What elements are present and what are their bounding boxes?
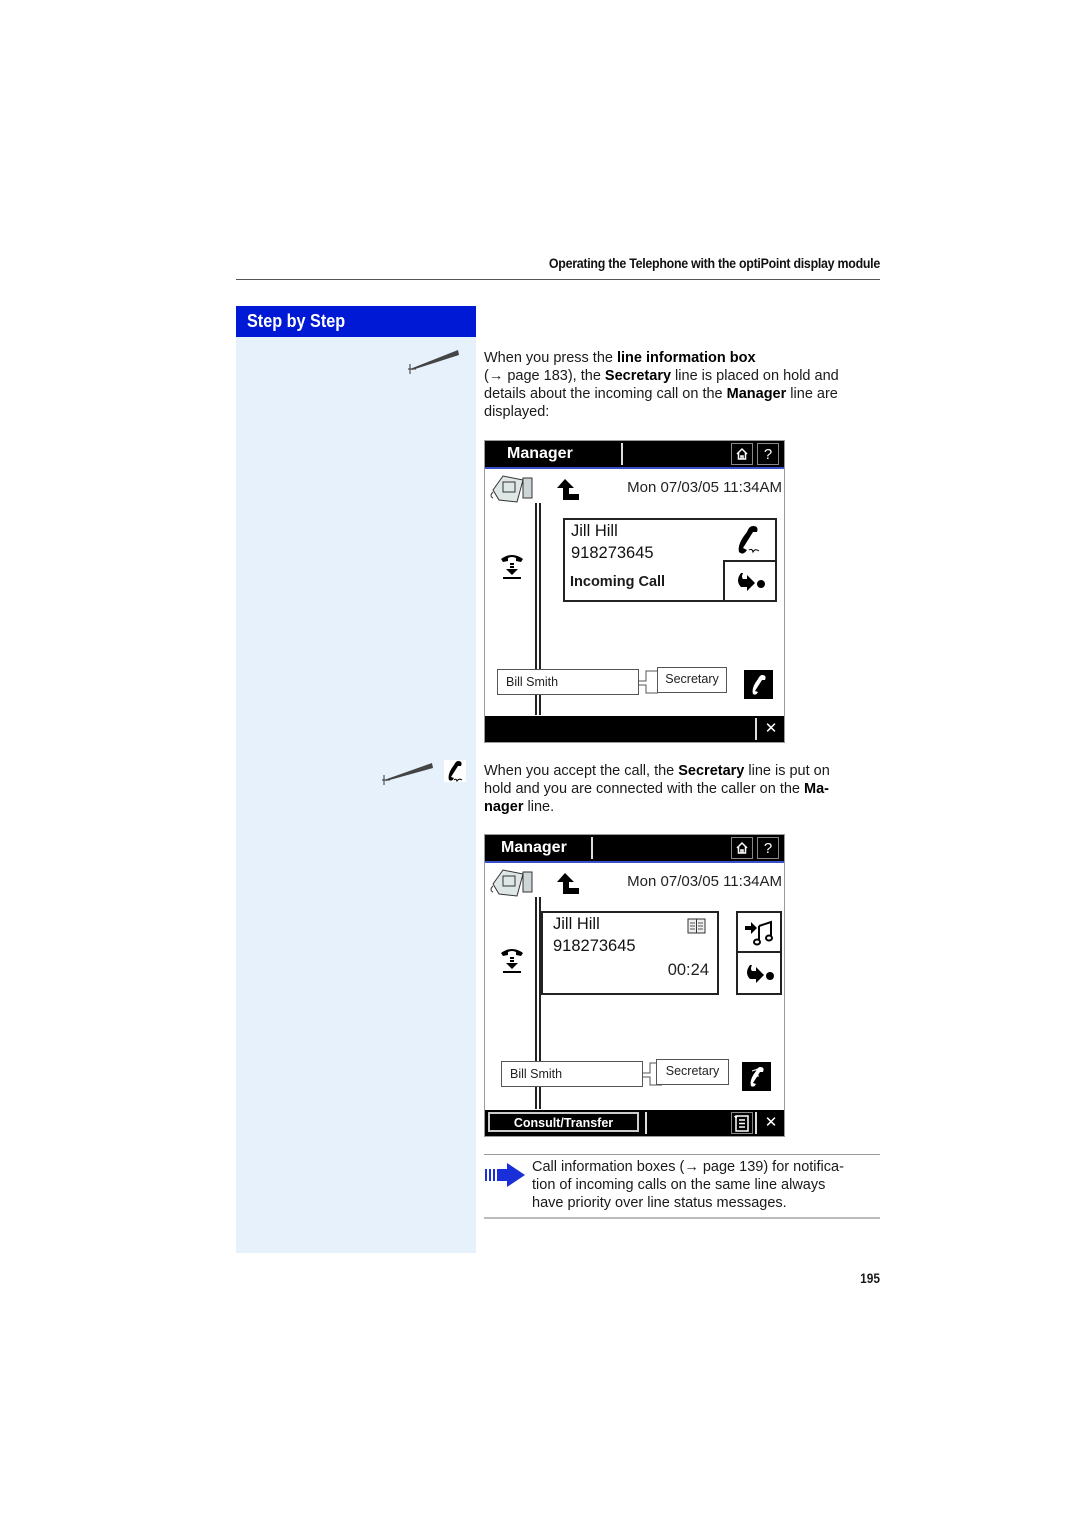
date-time: Mon 07/03/05 11:34AM (627, 479, 782, 496)
display-header: Manager ? (485, 835, 784, 863)
caller-number: 918273645 (571, 544, 654, 562)
note-bottom-rule (484, 1217, 880, 1219)
consult-transfer-button[interactable]: Consult/Transfer (488, 1112, 639, 1132)
caller-number: 918273645 (553, 937, 636, 955)
note-top-rule (484, 1154, 880, 1155)
menu-list-icon (734, 1115, 749, 1132)
text-run: (→ page 183), the (484, 368, 605, 384)
handset-ringing-icon (448, 761, 463, 783)
deflect-icon (747, 965, 774, 983)
menu-button[interactable] (731, 1112, 753, 1134)
display-header: Manager ? (485, 441, 784, 469)
text-run: line are (786, 386, 838, 402)
close-button[interactable]: ✕ (760, 1110, 782, 1136)
text-run: line. (523, 799, 555, 815)
footer-separator (755, 1112, 757, 1134)
call-duration: 00:24 (667, 961, 709, 979)
text-run: Call information boxes (→ page 139) for … (532, 1159, 844, 1175)
step-sidebar (236, 306, 476, 1253)
line-arrow-icon (557, 479, 579, 500)
header-rule (236, 279, 880, 280)
handset-icon (752, 674, 766, 695)
bold-term: line information box (617, 350, 756, 366)
footer-separator (755, 718, 757, 740)
line-title: Manager (501, 839, 567, 856)
line-key-connector (638, 670, 658, 694)
header-separator (621, 443, 623, 465)
hold-music-icon (745, 920, 773, 946)
bold-term: Manager (726, 386, 787, 402)
touch-pen-icon (382, 763, 433, 785)
step2-text: When you accept the call, the Secretary … (484, 762, 884, 816)
step1-text: When you press the line information box … (484, 349, 884, 421)
home-icon (736, 447, 748, 460)
display-incoming-call: Manager ? Mon 07/03/05 11:34AM Jill Hill… (484, 440, 785, 743)
note-arrow-icon (485, 1163, 525, 1187)
home-icon (736, 841, 748, 854)
telephone-device-icon (490, 475, 533, 503)
display-footer: Consult/Transfer ✕ (485, 1110, 784, 1136)
text-run: displayed: (484, 404, 550, 420)
display-footer: ✕ (485, 716, 784, 742)
help-button[interactable]: ? (757, 443, 779, 465)
phonebook-icon (687, 918, 706, 934)
call-info-box[interactable]: Jill Hill 918273645 Incoming Call (563, 518, 777, 602)
line-arrow-icon (557, 873, 579, 894)
touch-pen-icon (408, 350, 459, 374)
step-by-step-title: Step by Step (236, 306, 476, 337)
deflect-icon (738, 573, 765, 591)
call-info-box[interactable]: Jill Hill 918273645 00:24 (541, 911, 719, 995)
line-connector (535, 697, 541, 715)
caller-name: Jill Hill (571, 522, 618, 540)
deflect-button[interactable] (723, 560, 777, 602)
call-status: Incoming Call (570, 574, 666, 590)
handset-hold-icon (750, 1066, 764, 1087)
header-separator (591, 837, 593, 859)
handset-key[interactable] (744, 670, 773, 699)
text-run: line is put on (744, 763, 830, 779)
date-time: Mon 07/03/05 11:34AM (627, 873, 782, 890)
line-key-secretary[interactable]: Secretary (656, 1059, 729, 1085)
bold-term: Secretary (604, 368, 672, 384)
footer-separator (645, 1112, 647, 1134)
handset-ringing-icon (738, 526, 760, 554)
text-run: tion of incoming calls on the same line … (532, 1177, 826, 1193)
note-text: Call information boxes (→ page 139) for … (532, 1158, 882, 1212)
text-run: hold and you are connected with the call… (484, 781, 805, 797)
held-call-key[interactable] (742, 1062, 771, 1091)
step-by-step-label: Step by Step (247, 311, 346, 331)
deflect-button[interactable] (736, 951, 782, 995)
running-header: Operating the Telephone with the optiPoi… (548, 256, 880, 271)
line-key-bill-smith[interactable]: Bill Smith (497, 669, 639, 695)
close-button[interactable]: ✕ (760, 716, 782, 742)
text-run: details about the incoming call on the (484, 386, 727, 402)
caller-name: Jill Hill (553, 915, 600, 933)
home-button[interactable] (731, 443, 753, 465)
bold-term: Ma- (804, 781, 830, 797)
line-connector (535, 1087, 541, 1109)
display-connected-call: Manager ? Mon 07/03/05 11:34AM Jill Hill… (484, 834, 785, 1137)
text-run: When you accept the call, the (484, 763, 679, 779)
hold-icon (501, 555, 523, 579)
home-button[interactable] (731, 837, 753, 859)
help-button[interactable]: ? (757, 837, 779, 859)
hold-icon (501, 949, 523, 973)
page-number: 195 (860, 1270, 880, 1286)
hold-music-button[interactable] (736, 911, 782, 953)
accept-call-key[interactable] (444, 760, 466, 783)
telephone-device-icon (490, 869, 533, 897)
line-key-bill-smith[interactable]: Bill Smith (501, 1061, 643, 1087)
text-run: When you press the (484, 350, 617, 366)
bold-term: nager (484, 799, 524, 815)
bold-term: Secretary (678, 763, 745, 779)
text-run: have priority over line status messages. (532, 1195, 787, 1211)
text-run: line is placed on hold and (671, 368, 839, 384)
line-title: Manager (507, 445, 573, 462)
line-key-secretary[interactable]: Secretary (657, 667, 727, 693)
